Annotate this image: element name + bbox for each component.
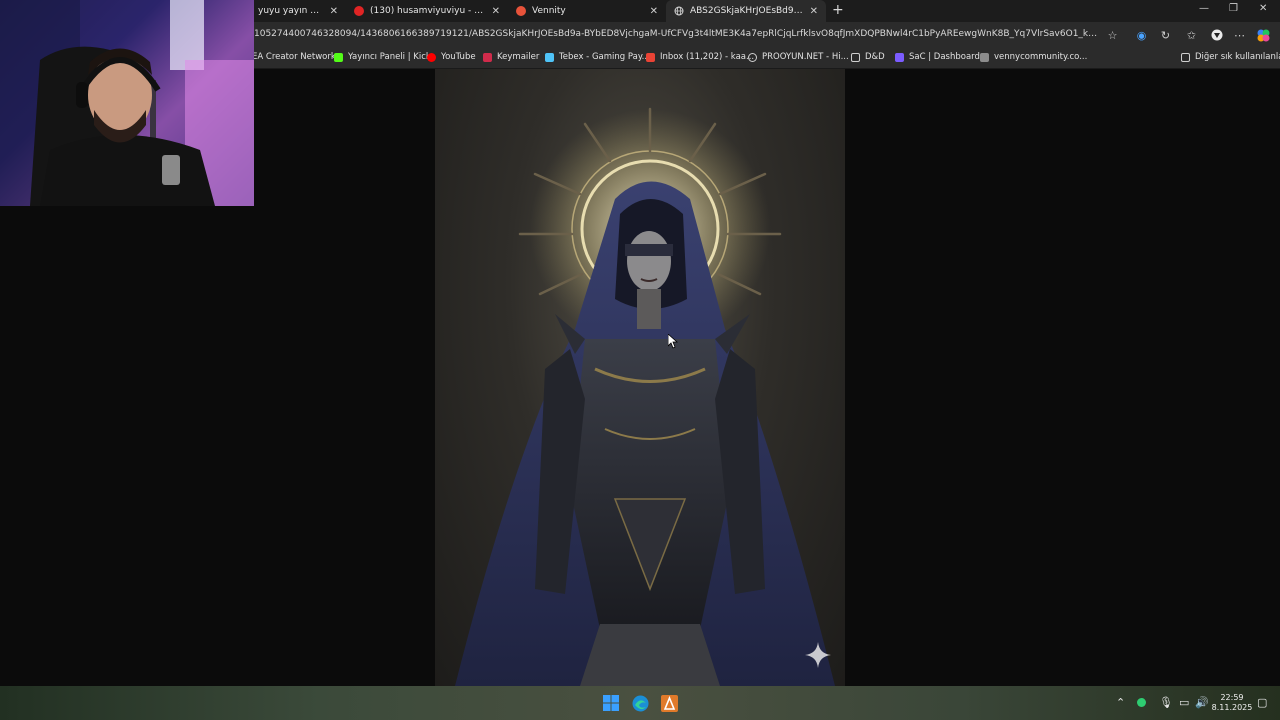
globe-icon (748, 52, 757, 62)
close-icon[interactable]: ✕ (810, 6, 818, 17)
tab-stream[interactable]: yuyu yayın vakti 9 - Y ✕ (250, 0, 346, 22)
edge-browser-icon[interactable] (632, 695, 649, 712)
vennity-icon (516, 6, 526, 16)
taskbar: ⌃ 🎙 ▭ 🔊 ▢ (0, 686, 1280, 720)
read-aloud-icon[interactable]: ◉ (1135, 29, 1148, 42)
artwork-image (435, 69, 845, 686)
microphone-icon[interactable]: 🎙 (1159, 696, 1173, 709)
bookmark-youtube[interactable]: YouTube (427, 52, 476, 62)
bookmark-keymailer[interactable]: Keymailer (483, 52, 539, 62)
favorites-icon[interactable]: ✩ (1185, 29, 1198, 42)
other-bookmarks-folder[interactable]: Diğer sık kullanılanlar (1181, 52, 1280, 62)
bookmark-label: Yayıncı Paneli | Kick (348, 52, 431, 62)
tab-title: yuyu yayın vakti 9 - Y (258, 6, 324, 16)
sac-icon (895, 52, 904, 62)
bookmark-label: Tebex - Gaming Pay... (559, 52, 650, 62)
tebex-icon (545, 52, 554, 62)
bookmark-inbox[interactable]: Inbox (11,202) - kaa... (646, 52, 754, 62)
bookmark-kick[interactable]: Yayıncı Paneli | Kick (334, 52, 431, 62)
globe-icon (674, 6, 684, 16)
tab-title: Vennity (532, 6, 566, 16)
kick-icon (334, 52, 343, 62)
streamer-camera-feed (0, 0, 254, 206)
bookmark-label: Keymailer (497, 52, 540, 62)
site-icon (980, 52, 989, 62)
youtube-icon (427, 52, 436, 62)
tab-image-active[interactable]: ABS2GSkjaKHrJOEsBd9a-BYbED8 ✕ (666, 0, 826, 22)
other-bookmarks-label: Diğer sık kullanılanlar (1195, 52, 1280, 62)
bookmark-vennycommunity[interactable]: vennycommunity.co... (980, 52, 1087, 62)
tab-vennity[interactable]: Vennity ✕ (508, 0, 666, 22)
bookmark-prooyun[interactable]: PROOYUN.NET - Hi... (748, 52, 849, 62)
close-icon[interactable]: ✕ (492, 6, 500, 17)
bookmark-label: YouTube (441, 52, 476, 62)
favorite-star-icon[interactable]: ☆ (1106, 29, 1119, 42)
bookmark-label: EA Creator Network (252, 52, 336, 62)
minimize-icon[interactable]: — (1199, 3, 1209, 14)
tray-chevron-icon[interactable]: ⌃ (1116, 696, 1125, 709)
bookmark-dnd-folder[interactable]: D&D (851, 52, 885, 62)
new-tab-button[interactable]: + (832, 2, 844, 18)
windows-start-icon[interactable] (603, 695, 619, 711)
bookmark-ea[interactable]: EA Creator Network (252, 52, 336, 62)
close-icon[interactable]: ✕ (330, 6, 338, 17)
refresh-icon[interactable]: ↻ (1159, 29, 1172, 42)
status-dot-icon[interactable] (1137, 698, 1146, 707)
webcam-overlay (0, 0, 254, 206)
folder-icon (1181, 52, 1190, 62)
bookmark-label: vennycommunity.co... (994, 52, 1088, 62)
youtube-icon (354, 6, 364, 16)
hooded-knight-illustration (455, 107, 835, 686)
screen: yuyu yayın vakti 9 - Y ✕ (130) husamviyu… (0, 0, 1280, 720)
folder-icon (851, 52, 860, 62)
bookmark-label: Inbox (11,202) - kaa... (660, 52, 755, 62)
copilot-icon[interactable] (1257, 29, 1270, 42)
url-field[interactable]: 1052744007463280​94/143680616638971​9121… (254, 29, 1102, 39)
taskbar-clock[interactable]: 22:59 8.11.2025 (1211, 693, 1253, 713)
restore-icon[interactable]: ❐ (1229, 3, 1238, 14)
clock-date: 8.11.2025 (1211, 703, 1253, 712)
bookmark-label: SaC | Dashboard (909, 52, 980, 62)
tab-title: ABS2GSkjaKHrJOEsBd9a-BYbED8 (690, 6, 804, 16)
app-launcher-icon[interactable] (661, 695, 678, 712)
extension-icon[interactable] (1210, 29, 1223, 42)
tab-title: (130) husamviyuviyu - YouTube (370, 6, 486, 16)
window-close-icon[interactable]: ✕ (1259, 3, 1267, 14)
bookmark-label: D&D (865, 52, 885, 62)
more-menu-icon[interactable]: ⋯ (1233, 29, 1246, 42)
volume-icon[interactable]: 🔊 (1195, 696, 1209, 709)
mouse-cursor-icon (668, 334, 678, 349)
bookmark-tebex[interactable]: Tebex - Gaming Pay... (545, 52, 650, 62)
mail-icon (646, 52, 655, 62)
notifications-icon[interactable]: ▢ (1257, 696, 1267, 709)
tab-youtube[interactable]: (130) husamviyuviyu - YouTube ✕ (346, 0, 508, 22)
close-icon[interactable]: ✕ (650, 6, 658, 17)
clock-time: 22:59 (1220, 693, 1244, 702)
keymailer-icon (483, 52, 492, 62)
sparkle-watermark-icon (805, 642, 831, 668)
bookmark-label: PROOYUN.NET - Hi... (762, 52, 849, 62)
bookmark-sac[interactable]: SaC | Dashboard (895, 52, 980, 62)
network-icon[interactable]: ▭ (1179, 696, 1189, 709)
